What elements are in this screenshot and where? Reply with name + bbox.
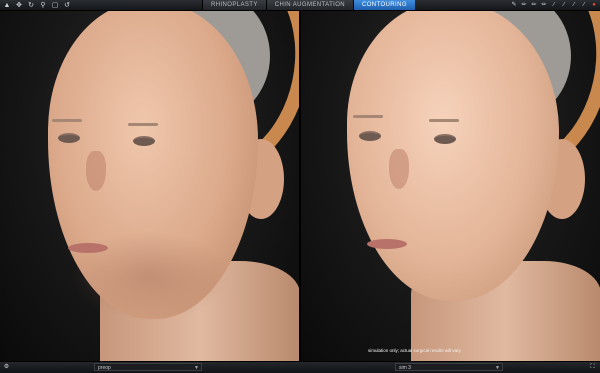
drawing-tools: ✎ ✏ ✏ ✏ ∕ ∕ ∕ ∕ ● (510, 1, 600, 9)
simulation-select-value: sim 3 (399, 365, 411, 371)
left-eye (58, 133, 80, 143)
right-eyebrow (128, 123, 158, 126)
right-eye (434, 134, 456, 144)
chevron-down-icon: ▼ (495, 365, 500, 371)
bottom-toolbar: ⚙ preop ▼ sim 3 ▼ ⛶ (0, 361, 600, 373)
tab-rhinoplasty[interactable]: RHINOPLASTY (202, 0, 266, 10)
right-eyebrow (429, 119, 459, 122)
rotate-icon[interactable]: ↻ (26, 1, 36, 10)
right-eye (133, 136, 155, 146)
zoom-icon[interactable]: ⚲ (38, 1, 48, 10)
top-toolbar: ▲ ✥ ↻ ⚲ ▢ ↺ RHINOPLASTY CHIN AUGMENTATIO… (0, 0, 600, 11)
simulation-image-select[interactable]: sim 3 ▼ (395, 363, 503, 371)
left-eyebrow (353, 115, 383, 118)
left-eyebrow (52, 119, 82, 122)
marker-icon[interactable]: ● (590, 1, 598, 9)
simulation-disclaimer: simulation only; actual surgical results… (368, 348, 461, 353)
tab-contouring[interactable]: CONTOURING (353, 0, 415, 10)
pen-icon[interactable]: ✏ (520, 1, 528, 9)
view-tools: ▲ ✥ ↻ ⚲ ▢ ↺ (0, 1, 94, 10)
lips (367, 239, 407, 249)
pen3-icon[interactable]: ✏ (540, 1, 548, 9)
settings-icon[interactable]: ⚙ (2, 363, 11, 372)
move-icon[interactable]: ✥ (14, 1, 24, 10)
left-eye (359, 131, 381, 141)
line2-icon[interactable]: ∕ (560, 1, 568, 9)
chevron-down-icon: ▼ (194, 365, 199, 371)
brush-icon[interactable]: ✎ (510, 1, 518, 9)
pen2-icon[interactable]: ✏ (530, 1, 538, 9)
procedure-tabs: RHINOPLASTY CHIN AUGMENTATION CONTOURING (202, 0, 415, 10)
line3-icon[interactable]: ∕ (570, 1, 578, 9)
simulation-viewport[interactable] (301, 11, 600, 361)
preop-viewport[interactable] (0, 11, 299, 361)
preop-image-select[interactable]: preop ▼ (94, 363, 202, 371)
face (347, 11, 559, 301)
lips (68, 243, 108, 253)
fullscreen-icon[interactable]: ⛶ (588, 363, 597, 372)
line4-icon[interactable]: ∕ (580, 1, 588, 9)
line-icon[interactable]: ∕ (550, 1, 558, 9)
nose (389, 149, 409, 189)
undo-icon[interactable]: ↺ (62, 1, 72, 10)
nose (86, 151, 106, 191)
tab-chin-augmentation[interactable]: CHIN AUGMENTATION (265, 0, 353, 10)
preop-select-value: preop (98, 365, 111, 371)
reset-icon[interactable]: ▢ (50, 1, 60, 10)
pointer-icon[interactable]: ▲ (2, 1, 12, 10)
